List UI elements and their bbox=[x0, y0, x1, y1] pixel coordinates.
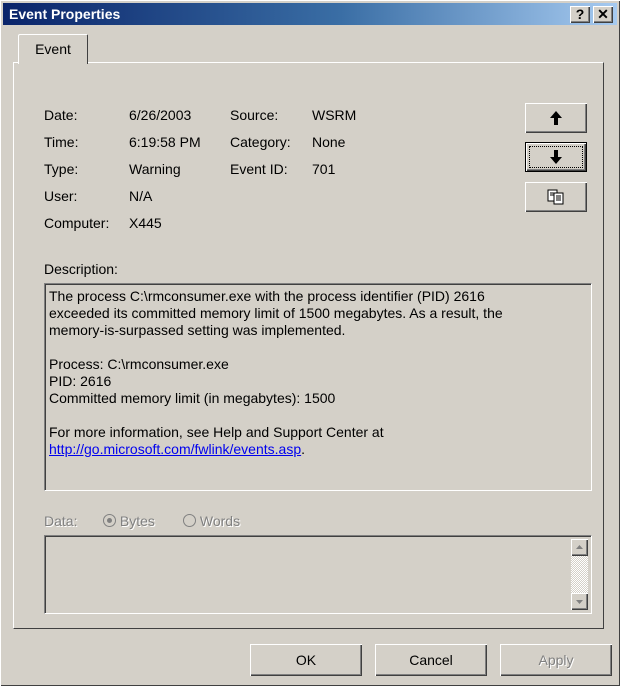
time-label: Time: bbox=[44, 134, 79, 150]
title-bar[interactable]: Event Properties ? ✕ bbox=[3, 3, 617, 25]
type-label: Type: bbox=[44, 161, 79, 177]
description-line: PID: 2616 bbox=[49, 373, 112, 389]
bytes-radio[interactable] bbox=[103, 514, 116, 527]
words-option[interactable]: Words bbox=[183, 513, 240, 529]
data-textbox[interactable] bbox=[44, 535, 592, 614]
event-properties-dialog: Event Properties ? ✕ Event Date: 6/26/20… bbox=[0, 0, 620, 686]
time-value: 6:19:58 PM bbox=[129, 134, 201, 150]
window-title: Event Properties bbox=[9, 6, 121, 22]
scroll-down-icon bbox=[576, 600, 583, 604]
date-value: 6/26/2003 bbox=[129, 107, 192, 123]
previous-event-button[interactable] bbox=[525, 103, 587, 133]
source-value: WSRM bbox=[312, 107, 357, 123]
description-label: Description: bbox=[44, 261, 118, 277]
computer-label: Computer: bbox=[44, 215, 110, 231]
description-textbox[interactable]: The process C:\rmconsumer.exe with the p… bbox=[44, 283, 592, 491]
arrow-up-icon bbox=[550, 111, 562, 125]
tab-event[interactable]: Event bbox=[18, 34, 88, 64]
category-value: None bbox=[312, 134, 346, 150]
source-label: Source: bbox=[230, 107, 279, 123]
scroll-up-button[interactable] bbox=[571, 539, 588, 556]
user-value: N/A bbox=[129, 188, 153, 204]
apply-button[interactable]: Apply bbox=[500, 644, 612, 676]
computer-value: X445 bbox=[129, 215, 162, 231]
bytes-label: Bytes bbox=[119, 513, 155, 529]
category-label: Category: bbox=[230, 134, 291, 150]
event-id-label: Event ID: bbox=[230, 161, 288, 177]
description-line: memory-is-surpassed setting was implemen… bbox=[49, 322, 346, 338]
date-label: Date: bbox=[44, 107, 78, 123]
next-event-button[interactable] bbox=[525, 142, 587, 172]
description-line: For more information, see Help and Suppo… bbox=[49, 424, 384, 440]
data-label: Data: bbox=[44, 513, 78, 529]
copy-icon bbox=[547, 189, 564, 205]
cancel-button[interactable]: Cancel bbox=[375, 644, 487, 676]
data-scrollbar[interactable] bbox=[571, 539, 588, 610]
ok-button[interactable]: OK bbox=[250, 644, 362, 676]
scroll-down-button[interactable] bbox=[571, 593, 588, 610]
event-id-value: 701 bbox=[312, 161, 336, 177]
description-line: Committed memory limit (in megabytes): 1… bbox=[49, 390, 336, 406]
user-label: User: bbox=[44, 188, 78, 204]
description-line: exceeded its committed memory limit of 1… bbox=[49, 305, 503, 321]
words-label: Words bbox=[199, 513, 241, 529]
arrow-down-icon bbox=[550, 150, 562, 164]
help-link[interactable]: http://go.microsoft.com/fwlink/events.as… bbox=[49, 441, 301, 457]
words-radio[interactable] bbox=[183, 514, 196, 527]
copy-button[interactable] bbox=[525, 182, 587, 212]
close-button[interactable]: ✕ bbox=[593, 6, 613, 23]
link-suffix: . bbox=[301, 441, 305, 457]
bytes-option[interactable]: Bytes bbox=[103, 513, 155, 529]
help-button[interactable]: ? bbox=[570, 6, 590, 23]
scroll-up-icon bbox=[576, 545, 583, 549]
tab-event-label: Event bbox=[35, 41, 71, 57]
type-value: Warning bbox=[129, 161, 181, 177]
description-line: The process C:\rmconsumer.exe with the p… bbox=[49, 288, 485, 304]
description-line: Process: C:\rmconsumer.exe bbox=[49, 356, 229, 372]
